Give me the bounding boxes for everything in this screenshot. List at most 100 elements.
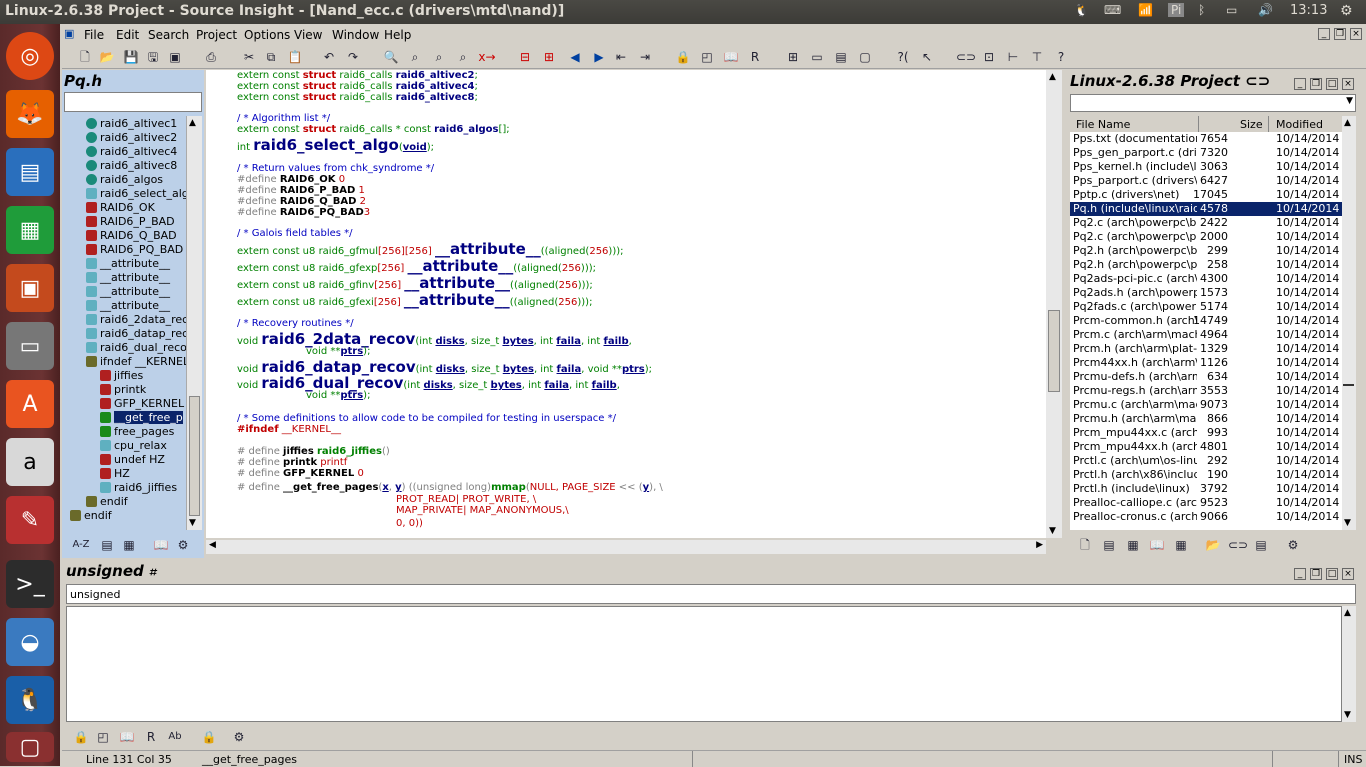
- file-row[interactable]: Pps_parport.c (drivers\pp6427 10/14/2014: [1070, 174, 1342, 188]
- add-file-icon[interactable]: 🗋: [1076, 536, 1094, 554]
- menu-edit[interactable]: Edit: [116, 28, 139, 42]
- list-icon[interactable]: ▤: [98, 536, 116, 554]
- layout4-icon[interactable]: ▢: [856, 48, 874, 66]
- app-icon[interactable]: ▣: [64, 27, 74, 40]
- forward-icon[interactable]: ▶: [590, 48, 608, 66]
- link-icon[interactable]: ⊂⊃: [1228, 536, 1248, 554]
- find-icon[interactable]: 🔍: [382, 48, 400, 66]
- wifi-icon[interactable]: 📶: [1138, 3, 1153, 17]
- menu-help[interactable]: Help: [384, 28, 411, 42]
- menu-search[interactable]: Search: [148, 28, 189, 42]
- new-file-icon[interactable]: 🗋: [76, 48, 94, 66]
- editor-vertical-scrollbar[interactable]: ▲ ▼: [1046, 70, 1062, 538]
- symbol-item[interactable]: raid6_altivec8: [86, 158, 177, 172]
- replace-icon[interactable]: x→: [478, 48, 496, 66]
- column-size[interactable]: Size: [1240, 118, 1263, 131]
- redo-icon[interactable]: ↷: [344, 48, 362, 66]
- settings-icon[interactable]: ⚙: [174, 536, 192, 554]
- lock-icon[interactable]: 🔒: [674, 48, 692, 66]
- writer-icon[interactable]: ▤: [6, 148, 54, 196]
- file-row[interactable]: Prcm.c (arch\arm\mach- 4964 10/14/2014: [1070, 328, 1342, 342]
- symbol-item[interactable]: raid6_jiffies: [100, 480, 177, 494]
- file-row[interactable]: Pq2ads.h (arch\powerpc 1573 10/14/2014: [1070, 286, 1342, 300]
- symbol-item[interactable]: HZ: [100, 466, 130, 480]
- categories-icon[interactable]: ▦: [120, 536, 138, 554]
- symbol-item[interactable]: RAID6_P_BAD: [86, 214, 175, 228]
- trash-icon[interactable]: ▢: [6, 732, 54, 762]
- back-icon[interactable]: ◀: [566, 48, 584, 66]
- layout2-icon[interactable]: ▭: [808, 48, 826, 66]
- symbol-window-icon[interactable]: ◰: [94, 728, 112, 746]
- undo-icon[interactable]: ↶: [320, 48, 338, 66]
- book-icon[interactable]: 📖: [152, 536, 170, 554]
- book-icon[interactable]: 📖: [1148, 536, 1166, 554]
- graph-icon[interactable]: ⊤: [1028, 48, 1046, 66]
- details-icon[interactable]: ▤: [1252, 536, 1270, 554]
- clock[interactable]: 13:13: [1290, 3, 1327, 18]
- symbol-list[interactable]: raid6_altivec1 raid6_altivec2 raid6_altive…: [66, 116, 186, 530]
- panel-minimize-button[interactable]: _: [1294, 78, 1306, 90]
- file-row[interactable]: Pq2.c (arch\powerpc\pla 2000 10/14/2014: [1070, 230, 1342, 244]
- ubuntu-icon[interactable]: ◎: [6, 32, 54, 80]
- symbol-item[interactable]: __attribute__: [86, 270, 170, 284]
- file-row[interactable]: Prcm.h (arch\arm\plat-o 1329 10/14/2014: [1070, 342, 1342, 356]
- layout3-icon[interactable]: ▤: [832, 48, 850, 66]
- file-row[interactable]: Prcm_mpu44xx.h (arch\a 4801 10/14/2014: [1070, 440, 1342, 454]
- menu-options[interactable]: Options: [244, 28, 290, 42]
- open-icon[interactable]: 📂: [98, 48, 116, 66]
- file-list[interactable]: Pps.txt (documentation\ 7654 10/14/2014 Pps…: [1070, 132, 1342, 530]
- context-scrollbar[interactable]: ▲ ▼: [1342, 606, 1356, 722]
- qq-icon[interactable]: 🐧: [6, 676, 54, 724]
- jump-icon[interactable]: ?(: [894, 48, 912, 66]
- symbol-item[interactable]: __attribute__: [86, 256, 170, 270]
- symbol-item[interactable]: raid6_algos: [86, 172, 163, 186]
- menu-project[interactable]: Project: [196, 28, 237, 42]
- symbol-item[interactable]: GFP_KERNEL: [100, 396, 184, 410]
- ctx-close-button[interactable]: ×: [1342, 568, 1354, 580]
- find-prev-icon[interactable]: ⌕: [430, 48, 448, 66]
- settings-icon[interactable]: ⚙: [230, 728, 248, 746]
- symbol-item[interactable]: raid6_datap_rec: [86, 326, 186, 340]
- sort-az-icon[interactable]: A-Z: [72, 536, 90, 554]
- symbol-item[interactable]: RAID6_PQ_BAD: [86, 242, 183, 256]
- symbol-item[interactable]: raid6_altivec4: [86, 144, 177, 158]
- menu-window[interactable]: Window: [332, 28, 379, 42]
- file-list-scrollbar[interactable]: ▲ ▼: [1342, 116, 1356, 530]
- file-row[interactable]: Pps_gen_parport.c (drive 7320 10/14/2014: [1070, 146, 1342, 160]
- code-editor[interactable]: extern const struct raid6_calls raid6_al…: [206, 70, 1046, 538]
- symbol-item[interactable]: raid6_2data_rec: [86, 312, 186, 326]
- file-row[interactable]: Pptp.c (drivers\net) 17045 10/14/2014: [1070, 188, 1342, 202]
- save-all-icon[interactable]: 🖫: [144, 48, 162, 66]
- column-file-name[interactable]: File Name: [1076, 118, 1130, 131]
- file-row[interactable]: Pq2fads.c (arch\powerp 5174 10/14/2014: [1070, 300, 1342, 314]
- link-icon[interactable]: ⊂⊃: [956, 48, 976, 66]
- context-content[interactable]: [66, 606, 1342, 722]
- symbol-item[interactable]: jiffies: [100, 368, 143, 382]
- pointer-icon[interactable]: ↖: [918, 48, 936, 66]
- symbol-scrollbar[interactable]: ▲ ▼: [186, 116, 202, 530]
- symbol-window-icon[interactable]: ◰: [698, 48, 716, 66]
- relation-icon[interactable]: ⊡: [980, 48, 998, 66]
- search-files-icon[interactable]: ⌕: [454, 48, 472, 66]
- panel-close-button[interactable]: ×: [1342, 78, 1354, 90]
- paste-icon[interactable]: 📋: [286, 48, 304, 66]
- book-icon[interactable]: 📖: [118, 728, 136, 746]
- file-row[interactable]: Pps.txt (documentation\ 7654 10/14/2014: [1070, 132, 1342, 146]
- settings-icon[interactable]: ✎: [6, 496, 54, 544]
- lock2-icon[interactable]: 🔒: [200, 728, 218, 746]
- indent-left-icon[interactable]: ⇤: [612, 48, 630, 66]
- symbol-item[interactable]: __get_free_p: [100, 410, 183, 424]
- chevron-down-icon[interactable]: ▼: [1346, 96, 1353, 106]
- battery-icon[interactable]: ▭: [1226, 3, 1237, 17]
- file-row[interactable]: Prctl.h (include\linux) 3792 10/14/2014: [1070, 482, 1342, 496]
- terminal-icon[interactable]: >_: [6, 560, 54, 608]
- print-icon[interactable]: ⎙: [202, 48, 220, 66]
- symbol-item[interactable]: endif: [86, 494, 128, 508]
- lock-icon[interactable]: 🔒: [72, 728, 90, 746]
- file-row[interactable]: Prcmu-defs.h (arch\arm\ 634 10/14/2014: [1070, 370, 1342, 384]
- symbol-item[interactable]: raid6_select_alg: [86, 186, 186, 200]
- abc-icon[interactable]: Ab: [166, 728, 184, 746]
- file-row[interactable]: Prcmu-regs.h (arch\arm\ 3553 10/14/2014: [1070, 384, 1342, 398]
- amazon-icon[interactable]: a: [6, 438, 54, 486]
- categories-icon[interactable]: ▦: [1172, 536, 1190, 554]
